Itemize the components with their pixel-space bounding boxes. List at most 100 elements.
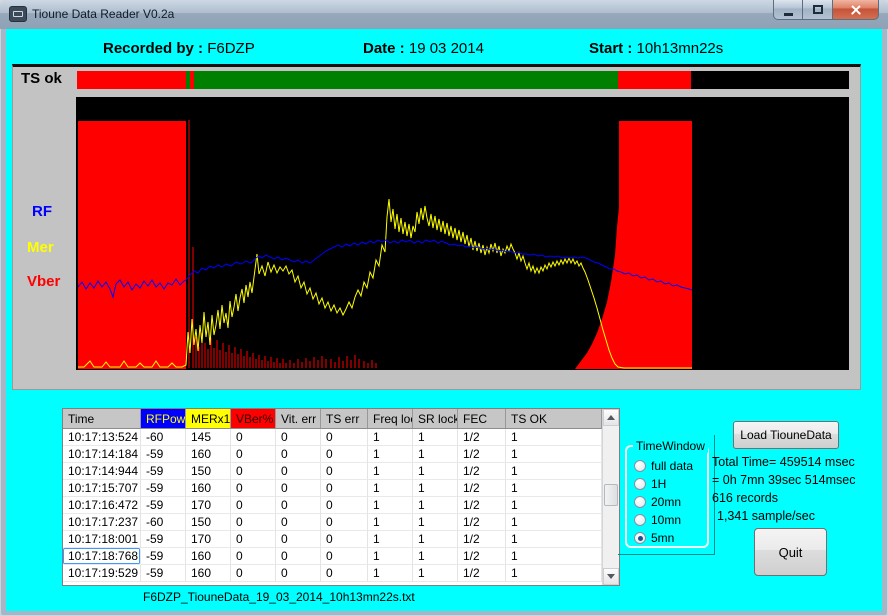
column-header[interactable]: Time: [63, 409, 141, 429]
table-cell[interactable]: 0: [321, 480, 368, 497]
table-cell[interactable]: 1/2: [458, 514, 506, 531]
table-cell[interactable]: 0: [231, 480, 276, 497]
table-row[interactable]: 10:17:18:001-59170000111/21: [63, 531, 602, 548]
table-cell[interactable]: 1: [506, 429, 602, 446]
radio-icon[interactable]: [634, 478, 646, 490]
table-cell[interactable]: 1: [413, 531, 458, 548]
column-header[interactable]: SR lock: [413, 409, 458, 429]
table-cell[interactable]: 10:17:18:001: [63, 531, 141, 548]
table-cell[interactable]: 1: [506, 565, 602, 582]
table-cell[interactable]: 10:17:15:707: [63, 480, 141, 497]
table-cell[interactable]: 150: [186, 514, 231, 531]
scroll-up-button[interactable]: [603, 409, 619, 426]
table-row[interactable]: 10:17:16:472-59170000111/21: [63, 497, 602, 514]
table-cell[interactable]: 0: [231, 463, 276, 480]
close-button[interactable]: [833, 0, 879, 20]
table-cell[interactable]: 1: [413, 480, 458, 497]
timewindow-option-20mn[interactable]: 20mn: [634, 495, 681, 509]
table-cell[interactable]: -59: [141, 497, 186, 514]
table-cell[interactable]: 160: [186, 565, 231, 582]
table-cell[interactable]: 0: [231, 548, 276, 565]
table-cell[interactable]: 10:17:19:529: [63, 565, 141, 582]
table-cell[interactable]: 0: [321, 565, 368, 582]
radio-selected-icon[interactable]: [634, 532, 646, 544]
table-cell[interactable]: 145: [186, 429, 231, 446]
column-header[interactable]: Freq lock: [368, 409, 413, 429]
table-cell[interactable]: 1/2: [458, 531, 506, 548]
table-cell[interactable]: 0: [276, 446, 321, 463]
table-cell[interactable]: 0: [321, 446, 368, 463]
table-cell[interactable]: 1/2: [458, 565, 506, 582]
table-cell[interactable]: 150: [186, 463, 231, 480]
table-cell[interactable]: 0: [276, 565, 321, 582]
table-cell[interactable]: 160: [186, 446, 231, 463]
title-bar[interactable]: Tioune Data Reader V0.2a: [0, 0, 888, 29]
table-cell[interactable]: 160: [186, 548, 231, 565]
table-cell[interactable]: -60: [141, 514, 186, 531]
table-cell[interactable]: -59: [141, 446, 186, 463]
table-cell[interactable]: 1: [506, 446, 602, 463]
table-cell[interactable]: 1: [413, 446, 458, 463]
table-cell[interactable]: 0: [276, 531, 321, 548]
table-row[interactable]: 10:17:19:529-59160000111/21: [63, 565, 602, 582]
minimize-button[interactable]: [773, 0, 803, 20]
table-row[interactable]: 10:17:17:237-60150000111/21: [63, 514, 602, 531]
table-cell[interactable]: 0: [231, 531, 276, 548]
table-cell[interactable]: 10:17:13:524: [63, 429, 141, 446]
table-cell[interactable]: 0: [231, 514, 276, 531]
table-cell[interactable]: 0: [321, 429, 368, 446]
scrollbar-thumb[interactable]: [604, 484, 618, 506]
table-cell[interactable]: 1: [413, 565, 458, 582]
data-table[interactable]: TimeRFPowerMERx10VBer%Vit. errTS errFreq…: [62, 408, 620, 586]
table-cell[interactable]: 170: [186, 497, 231, 514]
table-cell[interactable]: 1: [413, 514, 458, 531]
column-header[interactable]: TS err: [321, 409, 368, 429]
table-cell[interactable]: 0: [231, 429, 276, 446]
table-cell[interactable]: 1: [368, 446, 413, 463]
table-row[interactable]: 10:17:15:707-59160000111/21: [63, 480, 602, 497]
table-cell[interactable]: 0: [231, 565, 276, 582]
timewindow-option-1H[interactable]: 1H: [634, 477, 666, 491]
table-cell[interactable]: 1: [368, 429, 413, 446]
table-cell[interactable]: 1/2: [458, 497, 506, 514]
table-cell[interactable]: 1/2: [458, 463, 506, 480]
table-cell[interactable]: 1: [368, 463, 413, 480]
table-cell[interactable]: 10:17:18:768: [63, 548, 141, 565]
column-header[interactable]: MERx10: [186, 409, 231, 429]
quit-button[interactable]: Quit: [754, 528, 827, 576]
timewindow-option-5mn[interactable]: 5mn: [634, 531, 674, 545]
table-cell[interactable]: -59: [141, 531, 186, 548]
table-cell[interactable]: 1: [413, 429, 458, 446]
table-cell[interactable]: 0: [321, 497, 368, 514]
table-cell[interactable]: 1: [368, 497, 413, 514]
table-cell[interactable]: 0: [276, 497, 321, 514]
table-cell[interactable]: 1: [506, 514, 602, 531]
table-cell[interactable]: -59: [141, 480, 186, 497]
table-row[interactable]: 10:17:13:524-60145000111/21: [63, 429, 602, 446]
table-cell[interactable]: 1/2: [458, 446, 506, 463]
column-header[interactable]: VBer%: [231, 409, 276, 429]
column-header[interactable]: TS OK: [506, 409, 602, 429]
scroll-down-button[interactable]: [603, 568, 619, 585]
table-cell[interactable]: 0: [231, 446, 276, 463]
table-cell[interactable]: 0: [321, 514, 368, 531]
table-cell[interactable]: 1: [413, 463, 458, 480]
table-scrollbar[interactable]: [602, 409, 619, 585]
table-cell[interactable]: 0: [321, 463, 368, 480]
column-header[interactable]: RFPower: [141, 409, 186, 429]
table-cell[interactable]: 10:17:17:237: [63, 514, 141, 531]
table-cell[interactable]: 1: [368, 548, 413, 565]
table-cell[interactable]: 0: [321, 531, 368, 548]
table-cell[interactable]: 0: [321, 548, 368, 565]
table-cell[interactable]: 1/2: [458, 429, 506, 446]
table-cell[interactable]: 1: [506, 548, 602, 565]
table-row[interactable]: 10:17:18:768-59160000111/21: [63, 548, 602, 565]
table-cell[interactable]: 1: [506, 480, 602, 497]
radio-icon[interactable]: [634, 460, 646, 472]
table-cell[interactable]: 0: [276, 514, 321, 531]
column-header[interactable]: Vit. err: [276, 409, 321, 429]
table-row[interactable]: 10:17:14:944-59150000111/21: [63, 463, 602, 480]
table-cell[interactable]: 1: [506, 463, 602, 480]
table-cell[interactable]: 0: [276, 463, 321, 480]
table-cell[interactable]: 0: [276, 429, 321, 446]
